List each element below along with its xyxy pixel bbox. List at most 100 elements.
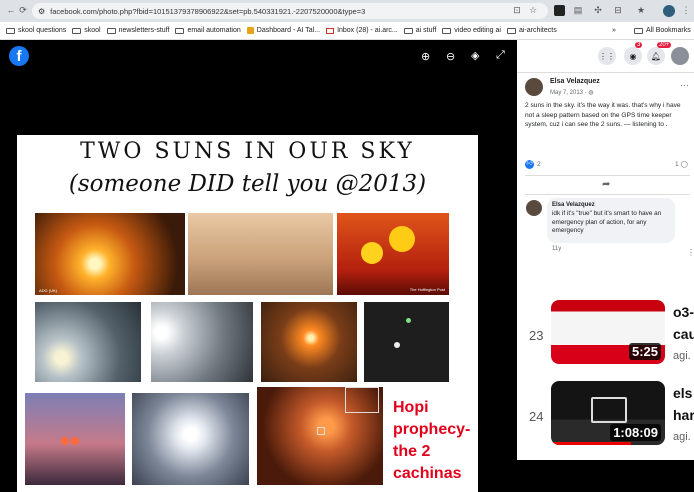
bookmark-label: newsletters-stuff	[118, 27, 170, 34]
fullscreen-icon[interactable]: ⤢	[496, 49, 505, 62]
zoom-out-icon[interactable]: ⊖	[446, 50, 455, 63]
account-avatar[interactable]	[671, 47, 689, 65]
two-suns-sunset-photo: The Huffington Post	[337, 213, 449, 295]
bookmark-label: Inbox (28) - ai.arc...	[337, 27, 398, 34]
hopi-prophecy-text: Hopi prophecy- the 2 cachinas	[393, 399, 471, 482]
zoom-inset-box	[345, 387, 379, 413]
profile-avatar[interactable]	[663, 5, 675, 17]
thumbnail-graphic	[591, 397, 627, 423]
bookmarks-overflow-button[interactable]: »	[612, 27, 616, 34]
bookmark-dashboard[interactable]: Dashboard - AI Tal...	[246, 27, 320, 34]
bookmarks-bar: skool questions skool newsletters-stuff …	[0, 22, 694, 40]
divider	[525, 175, 690, 176]
comment-count-link[interactable]: 1 ◯	[675, 160, 689, 169]
divider	[517, 72, 694, 73]
messenger-button[interactable]: ◉	[624, 47, 642, 65]
post-author[interactable]: Elsa Velazquez	[550, 78, 600, 85]
share-icon[interactable]: ➦	[602, 179, 610, 190]
extension-icon[interactable]	[554, 5, 565, 16]
comment-count: 1	[675, 160, 679, 168]
address-bar[interactable]: ⚙ facebook.com/photo.php?fbid=1015137937…	[32, 3, 548, 19]
install-icon[interactable]: ⊡	[512, 5, 522, 16]
orange-orbs-photo	[257, 387, 383, 485]
orange-sun-trees-photo	[261, 302, 357, 382]
bookmark-label: skool questions	[18, 27, 67, 34]
video-duration: 1:08:09	[610, 424, 661, 441]
folder-icon	[72, 27, 82, 34]
post-date[interactable]: May 7, 2013 ·	[550, 90, 588, 96]
commenter-avatar[interactable]	[526, 200, 542, 216]
bookmark-star-filled-icon[interactable]: ★	[636, 5, 646, 16]
author-avatar[interactable]	[525, 78, 543, 96]
comment-more-icon[interactable]: ⋮	[687, 248, 694, 257]
tag-icon[interactable]: ◈	[471, 49, 479, 62]
reload-icon[interactable]: ⟳	[18, 5, 28, 16]
all-bookmarks-button[interactable]: All Bookmarks	[634, 27, 691, 34]
video-thumbnail[interactable]: 1:08:09	[551, 381, 665, 445]
video-title[interactable]: o3-	[673, 302, 694, 322]
zoom-in-icon[interactable]: ⊕	[421, 50, 430, 63]
bookmark-email-automation[interactable]: email automation	[175, 27, 241, 34]
folder-icon	[106, 27, 116, 34]
reactions[interactable]: 👍︎ 2	[525, 160, 541, 169]
apps-menu-button[interactable]: ⋮⋮	[598, 47, 616, 65]
bookmark-label: All Bookmarks	[646, 27, 691, 34]
url-text: facebook.com/photo.php?fbid=101513793789…	[50, 6, 366, 16]
orb-icon	[71, 437, 79, 445]
bell-icon: 🔔︎	[650, 51, 662, 61]
video-title-line2[interactable]: cau	[673, 324, 694, 344]
comment-age: 11y	[552, 246, 562, 252]
night-sky-stars-photo	[364, 302, 449, 382]
cloudy-sky-photo	[35, 302, 141, 382]
messenger-icon: ◉	[629, 51, 637, 61]
bookmark-inbox[interactable]: Inbox (28) - ai.arc...	[326, 27, 398, 34]
notifications-button[interactable]: 🔔︎	[647, 47, 665, 65]
reaction-count: 2	[537, 161, 541, 168]
folder-icon	[175, 27, 185, 34]
split-icon[interactable]: ⊟	[613, 5, 623, 16]
extension-icon[interactable]: ▤	[573, 5, 583, 16]
facebook-logo-icon[interactable]: f	[9, 46, 29, 66]
zoom-marker-box	[317, 427, 325, 435]
post-panel: ⋮⋮ ◉ 3 🔔︎ 20+ Elsa Velazquez May 7, 2013…	[517, 40, 694, 460]
video-progress-bar	[551, 442, 631, 445]
dashboard-favicon-icon	[246, 27, 254, 34]
sun-icon	[389, 226, 415, 252]
comment-icon: ◯	[680, 161, 689, 168]
orb-icon	[61, 437, 69, 445]
menu-icon[interactable]: ⋮	[681, 5, 691, 16]
photo-viewer: f ⊕ ⊖ ◈ ⤢ TWO SUNS IN OUR SKY (someone D…	[0, 40, 517, 492]
bookmark-label: ai-architects	[518, 27, 557, 34]
extensions-puzzle-icon[interactable]: ✣	[593, 5, 603, 16]
bookmark-newsletters[interactable]: newsletters-stuff	[106, 27, 170, 34]
bookmark-star-icon[interactable]: ☆	[528, 5, 538, 16]
post-text: 2 suns in the sky. it's the way it was. …	[525, 102, 681, 128]
comment-text: idk if it's "true" but it's smart to hav…	[552, 210, 662, 234]
sun-icon	[361, 242, 383, 264]
site-info-icon[interactable]: ⚙	[38, 7, 45, 16]
bookmark-skool-questions[interactable]: skool questions	[6, 27, 66, 34]
comment-author[interactable]: Elsa Velazquez	[552, 202, 670, 208]
video-title-line2[interactable]: har	[673, 405, 694, 425]
video-thumbnail[interactable]: 5:25	[551, 300, 665, 364]
bookmark-ai-stuff[interactable]: ai stuff	[403, 27, 437, 34]
bookmark-label: ai stuff	[415, 27, 437, 34]
messenger-badge: 3	[635, 42, 643, 48]
star-icon	[406, 318, 411, 323]
photo-caption: ADG (UK)	[39, 288, 57, 293]
power-pole-sun-photo	[151, 302, 253, 382]
star-icon	[394, 342, 400, 348]
bookmark-video-editing[interactable]: video editing ai	[442, 27, 501, 34]
video-title[interactable]: els	[673, 383, 692, 403]
photo-image: TWO SUNS IN OUR SKY (someone DID tell yo…	[17, 135, 478, 492]
bright-sun-photo	[132, 393, 249, 485]
bookmark-label: skool	[84, 27, 101, 34]
video-channel: agi.	[673, 350, 691, 362]
more-options-icon[interactable]: ···	[680, 80, 689, 90]
folder-icon	[506, 27, 516, 34]
post-meta: May 7, 2013 · ◍	[550, 89, 594, 96]
bookmark-skool[interactable]: skool	[72, 27, 101, 34]
back-icon[interactable]: ←	[6, 5, 16, 15]
bookmark-ai-architects[interactable]: ai-architects	[506, 27, 557, 34]
browser-toolbar: ← ⟳ ⚙ facebook.com/photo.php?fbid=101513…	[0, 0, 694, 22]
